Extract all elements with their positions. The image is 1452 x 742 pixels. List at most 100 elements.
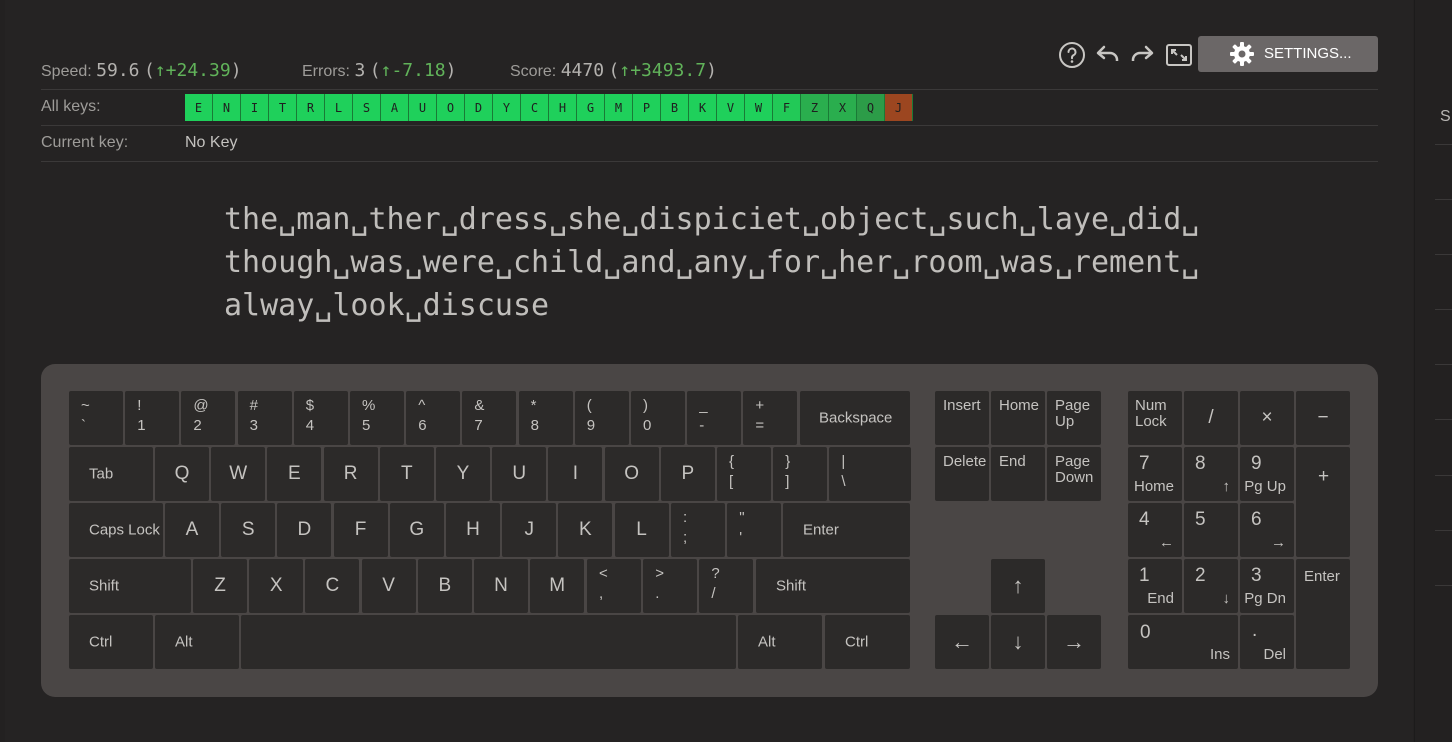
redo-icon[interactable] [1128,40,1158,70]
caps-lock-key[interactable]: Caps Lock [69,503,163,557]
numpad-enter-key[interactable]: Enter [1296,559,1350,669]
key-f[interactable]: F [333,503,388,557]
gear-icon [1230,42,1254,66]
num-lock-key[interactable]: Num Lock [1128,391,1182,445]
numpad-7-key[interactable]: 7 Home [1128,447,1182,501]
key-2[interactable]: @2 [181,391,236,445]
key-q[interactable]: Q [155,447,209,501]
numpad-5-key[interactable]: 5 [1184,503,1238,557]
key-9[interactable]: (9 [574,391,629,445]
key-m[interactable]: M [530,559,585,613]
key-e[interactable]: E [267,447,322,501]
help-icon[interactable] [1057,40,1087,70]
arrow-right-key[interactable]: → [1047,615,1101,669]
key-punct-2[interactable]: ? / [699,559,754,613]
key-bracket-2[interactable]: | \ [829,447,912,501]
key-`[interactable]: ~ ` [69,391,123,445]
key-a[interactable]: A [165,503,219,557]
page-down-key[interactable]: Page Down [1047,447,1101,501]
numpad-9-key[interactable]: 9 Pg Up [1240,447,1294,501]
alt-left-key[interactable]: Alt [155,615,239,669]
numpad-dot-key[interactable]: . Del [1240,615,1294,669]
key-chip-q: Q [857,94,885,121]
arrow-left-key[interactable]: ← [935,615,989,669]
key-bracket-0[interactable]: {[ [717,447,771,501]
numpad-8-key[interactable]: 8 ↑ [1184,447,1238,501]
arrow-up-key[interactable]: ↑ [991,559,1045,613]
key-i[interactable]: I [548,447,603,501]
key-quote-0[interactable]: :; [671,503,725,557]
enter-key[interactable]: Enter [783,503,910,557]
key-4[interactable]: $4 [293,391,348,445]
key-u[interactable]: U [492,447,547,501]
shift-right-key[interactable]: Shift [756,559,910,613]
side-panel-divider [1435,419,1452,420]
end-key[interactable]: End [991,447,1045,501]
key-quote-1[interactable]: " ' [727,503,782,557]
key-8[interactable]: * 8 [518,391,573,445]
key-p[interactable]: P [660,447,715,501]
delete-key[interactable]: Delete [935,447,989,501]
key-6[interactable]: ^ 6 [406,391,461,445]
key-k[interactable]: K [558,503,613,557]
numpad-multiply-key[interactable]: × [1240,391,1294,445]
key-7[interactable]: & 7 [462,391,517,445]
key-v[interactable]: V [361,559,416,613]
page-up-key[interactable]: Page Up [1047,391,1101,445]
ctrl-left-key[interactable]: Ctrl [69,615,153,669]
key-d[interactable]: D [277,503,332,557]
numpad-1-key[interactable]: 1 End [1128,559,1182,613]
ctrl-right-key[interactable]: Ctrl [825,615,910,669]
key-g[interactable]: G [389,503,444,557]
numpad-minus-key[interactable]: − [1296,391,1350,445]
key-r[interactable]: R [323,447,378,501]
key-l[interactable]: L [614,503,669,557]
numpad-4-key[interactable]: 4 ← [1128,503,1182,557]
numpad-plus-key[interactable]: + [1296,447,1350,557]
undo-icon[interactable] [1092,40,1122,70]
tab-key[interactable]: Tab [69,447,153,501]
key-bracket-1[interactable]: }] [773,447,828,501]
key-punct-1[interactable]: >. [643,559,698,613]
insert-key[interactable]: Insert [935,391,989,445]
shift-left-key[interactable]: Shift [69,559,191,613]
key-o[interactable]: O [604,447,659,501]
key-chip-p: P [633,94,661,121]
numpad-6-key[interactable]: 6 → [1240,503,1294,557]
backspace-key[interactable]: Backspace [800,391,910,445]
key-s[interactable]: S [221,503,276,557]
key-c[interactable]: C [305,559,360,613]
key-b[interactable]: B [417,559,472,613]
key-j[interactable]: J [502,503,557,557]
key-=[interactable]: + = [743,391,798,445]
key--[interactable]: _ - [687,391,742,445]
key-n[interactable]: N [474,559,528,613]
key-y[interactable]: Y [436,447,490,501]
key-1[interactable]: ! 1 [125,391,180,445]
numpad-3-key[interactable]: 3 Pg Dn [1240,559,1294,613]
numpad-0-key[interactable]: 0 Ins [1128,615,1238,669]
caps-lock-key-label: Caps Lock [89,521,160,539]
home-key[interactable]: Home [991,391,1045,445]
key-x[interactable]: X [249,559,304,613]
key-t[interactable]: T [379,447,434,501]
key-z[interactable]: Z [193,559,247,613]
numpad-2-key[interactable]: 2 ↓ [1184,559,1238,613]
key-h-label: H [466,519,480,540]
fullscreen-icon[interactable] [1164,40,1194,70]
key-shift-char: : [683,509,688,526]
virtual-keyboard: ~ `! 1 @2 #3 $4% 5 ^ 6 & 7 * 8(9) 0 _ - + = Backspace Tab Q W… [41,364,1378,697]
alt-right-key[interactable]: Alt [738,615,822,669]
practice-text[interactable]: the␣man␣ther␣dress␣she␣dispiciet␣object␣… [224,198,1199,327]
key-punct-0[interactable]: <, [587,559,641,613]
spacebar-key[interactable] [241,615,736,669]
key-l-label: L [636,519,647,540]
arrow-down-key[interactable]: ↓ [991,615,1045,669]
key-5[interactable]: % 5 [350,391,404,445]
key-w[interactable]: W [211,447,266,501]
settings-button[interactable]: SETTINGS... [1198,36,1378,72]
key-h[interactable]: H [446,503,500,557]
key-3[interactable]: #3 [237,391,292,445]
numpad-divide-key[interactable]: / [1184,391,1238,445]
key-0[interactable]: ) 0 [631,391,685,445]
